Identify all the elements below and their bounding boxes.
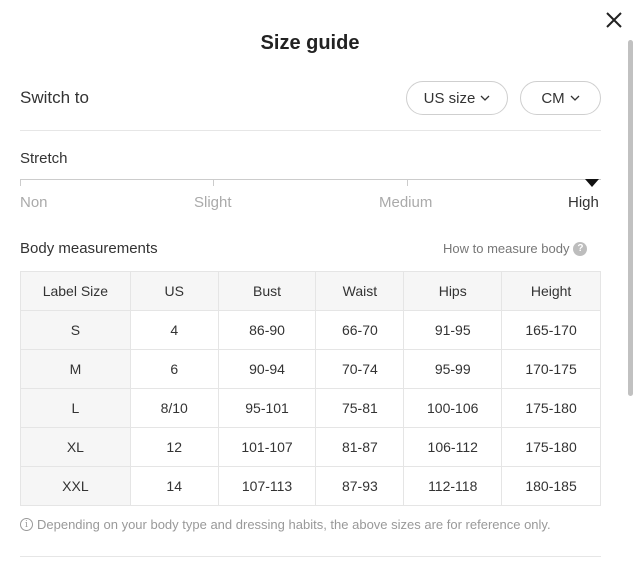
table-cell: 6 — [129, 349, 219, 389]
switch-row: Switch to US size CM — [20, 80, 601, 116]
stretch-marker — [585, 179, 599, 187]
table-cell: 95-99 — [403, 349, 503, 389]
table-cell: 95-101 — [217, 388, 317, 428]
close-icon — [606, 12, 622, 28]
table-cell: 175-180 — [501, 388, 601, 428]
table-cell: 100-106 — [403, 388, 503, 428]
table-cell: 112-118 — [403, 466, 503, 506]
stretch-level-high: High — [568, 194, 599, 211]
reference-note: i Depending on your body type and dressi… — [20, 517, 551, 532]
table-cell: 91-95 — [403, 310, 503, 350]
unit-value: CM — [541, 89, 565, 107]
table-row: M 6 90-94 70-74 95-99 170-175 — [20, 349, 601, 389]
table-cell: 90-94 — [217, 349, 317, 389]
region-size-select[interactable]: US size — [406, 81, 508, 115]
stretch-scale — [20, 179, 601, 180]
modal-title: Size guide — [260, 32, 360, 54]
table-cell: 12 — [129, 427, 219, 467]
table-cell: 170-175 — [501, 349, 601, 389]
column-header: Label Size — [20, 271, 131, 311]
table-cell: 180-185 — [501, 466, 601, 506]
column-header: Waist — [315, 271, 405, 311]
table-cell: S — [20, 310, 131, 350]
table-cell: 165-170 — [501, 310, 601, 350]
column-header: Bust — [217, 271, 317, 311]
stretch-tick-non — [20, 179, 21, 186]
region-size-value: US size — [423, 89, 476, 107]
table-row: XL 12 101-107 81-87 106-112 175-180 — [20, 427, 601, 467]
how-to-measure-label: How to measure body — [443, 241, 570, 256]
stretch-level-non: Non — [20, 194, 48, 211]
size-guide-modal: Size guide Switch to US size CM Stretch … — [0, 0, 634, 565]
info-icon: i — [20, 518, 33, 531]
table-cell: 4 — [129, 310, 219, 350]
table-cell: M — [20, 349, 131, 389]
reference-note-text: Depending on your body type and dressing… — [37, 517, 551, 532]
scrollbar-thumb[interactable] — [628, 40, 633, 396]
unit-select[interactable]: CM — [520, 81, 601, 115]
table-cell: XL — [20, 427, 131, 467]
question-icon: ? — [573, 241, 588, 256]
close-button[interactable] — [602, 8, 626, 32]
table-cell: 86-90 — [217, 310, 317, 350]
table-cell: 87-93 — [315, 466, 405, 506]
table-cell: 14 — [129, 466, 219, 506]
table-row: L 8/10 95-101 75-81 100-106 175-180 — [20, 388, 601, 428]
stretch-tick-medium — [407, 179, 408, 186]
stretch-tick-slight — [213, 179, 214, 186]
table-header-row: Label Size US Bust Waist Hips Height — [20, 271, 601, 311]
table-cell: 81-87 — [315, 427, 405, 467]
table-cell: XXL — [20, 466, 131, 506]
stretch-label: Stretch — [20, 150, 68, 167]
stretch-level-slight: Slight — [194, 194, 232, 211]
table-cell: 175-180 — [501, 427, 601, 467]
column-header: Height — [501, 271, 601, 311]
table-row: XXL 14 107-113 87-93 112-118 180-185 — [20, 466, 601, 506]
table-cell: 75-81 — [315, 388, 405, 428]
switch-label: Switch to — [20, 88, 89, 107]
divider — [20, 130, 601, 131]
table-row: S 4 86-90 66-70 91-95 165-170 — [20, 310, 601, 350]
column-header: Hips — [403, 271, 503, 311]
divider — [20, 556, 601, 557]
how-to-measure-link[interactable]: How to measure body ? — [443, 241, 588, 256]
table-cell: 106-112 — [403, 427, 503, 467]
table-cell: L — [20, 388, 131, 428]
body-measurements-title: Body measurements — [20, 240, 158, 257]
chevron-down-icon — [480, 95, 490, 101]
size-table: Label Size US Bust Waist Hips Height S 4… — [20, 271, 601, 506]
table-cell: 70-74 — [315, 349, 405, 389]
table-cell: 107-113 — [217, 466, 317, 506]
table-cell: 66-70 — [315, 310, 405, 350]
table-cell: 8/10 — [129, 388, 219, 428]
column-header: US — [129, 271, 219, 311]
table-cell: 101-107 — [217, 427, 317, 467]
chevron-down-icon — [570, 95, 580, 101]
stretch-level-medium: Medium — [379, 194, 433, 211]
